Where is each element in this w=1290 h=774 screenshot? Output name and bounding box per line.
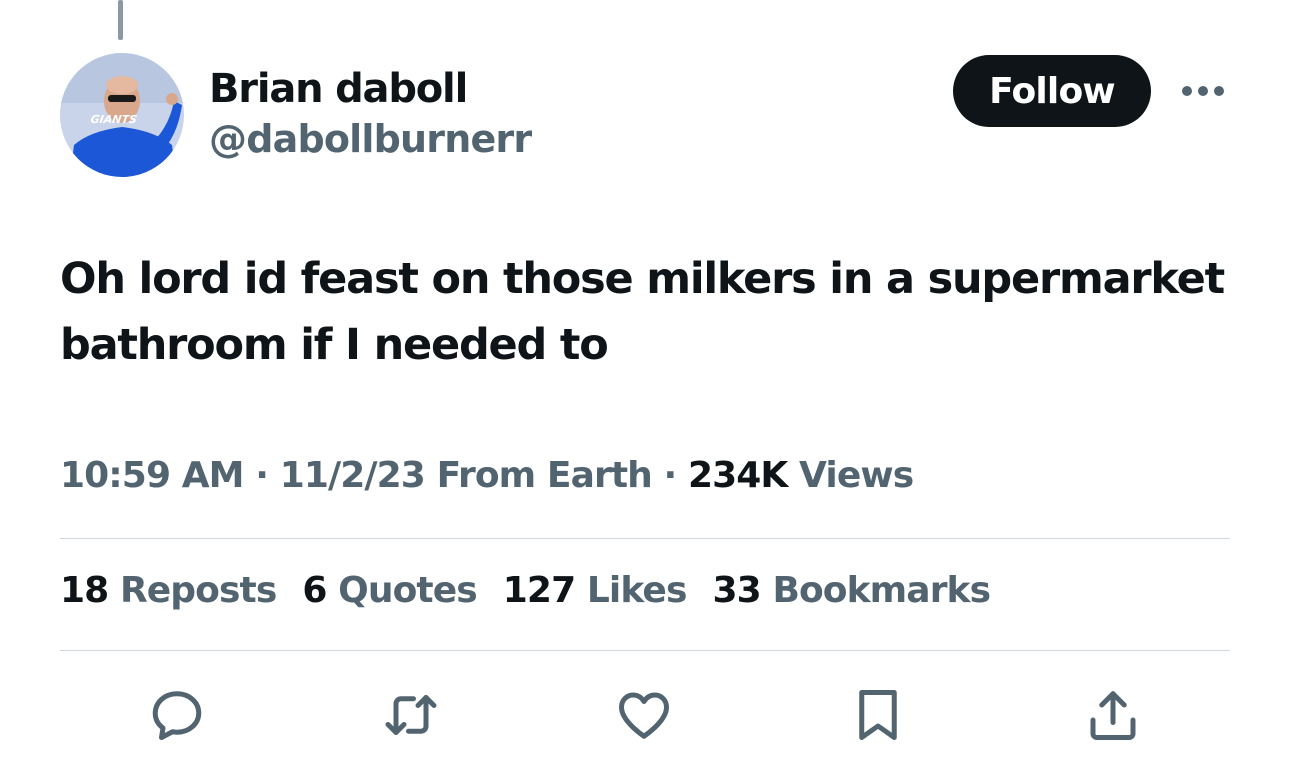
tweet-source: From Earth: [436, 455, 653, 496]
bookmark-button[interactable]: [845, 682, 911, 748]
stat-label: Quotes: [338, 570, 478, 611]
stat-count: 127: [502, 570, 576, 611]
like-button[interactable]: [611, 682, 677, 748]
more-options-button[interactable]: [1178, 75, 1228, 107]
stat-label: Likes: [586, 570, 688, 611]
reply-icon: [152, 691, 202, 740]
repost-button[interactable]: [378, 682, 444, 748]
views-count: 234K: [687, 455, 788, 496]
tweet-meta: 10:59 AM · 11/2/23 From Earth · 234K Vie…: [60, 455, 914, 496]
author-handle[interactable]: @dabollburnerr: [209, 117, 532, 161]
tweet-date[interactable]: 11/2/23: [280, 455, 426, 496]
divider: [60, 538, 1230, 539]
follow-button[interactable]: Follow: [953, 55, 1151, 127]
more-horizontal-icon: [1182, 86, 1224, 96]
bookmark-icon: [859, 690, 897, 740]
share-icon: [1090, 691, 1136, 740]
stat-count: 6: [302, 570, 327, 611]
follow-button-label: Follow: [989, 70, 1116, 112]
avatar-image: GIANTS: [60, 53, 184, 177]
stat-count: 18: [60, 570, 109, 611]
stat-likes[interactable]: 127 Likes: [502, 570, 688, 611]
views-label: Views: [799, 455, 914, 496]
avatar-jersey-text: GIANTS: [90, 113, 138, 126]
divider: [60, 650, 1230, 651]
stat-quotes[interactable]: 6 Quotes: [302, 570, 478, 611]
author-name[interactable]: Brian daboll: [209, 66, 468, 112]
reply-button[interactable]: [144, 682, 210, 748]
like-icon: [619, 692, 669, 739]
stat-reposts[interactable]: 18 Reposts: [60, 570, 277, 611]
stat-label: Bookmarks: [772, 570, 991, 611]
stat-count: 33: [712, 570, 761, 611]
avatar[interactable]: GIANTS: [60, 53, 184, 177]
stat-bookmarks[interactable]: 33 Bookmarks: [712, 570, 991, 611]
thread-connector-line: [118, 0, 123, 40]
share-button[interactable]: [1080, 682, 1146, 748]
engagement-stats: 18 Reposts 6 Quotes 127 Likes 33 Bookmar…: [60, 570, 1016, 611]
meta-separator: ·: [255, 455, 269, 496]
tweet-text: Oh lord id feast on those milkers in a s…: [60, 254, 1225, 370]
tweet-time[interactable]: 10:59 AM: [60, 455, 245, 496]
repost-icon: [385, 695, 437, 735]
meta-separator: ·: [663, 455, 678, 496]
stat-label: Reposts: [119, 570, 277, 611]
